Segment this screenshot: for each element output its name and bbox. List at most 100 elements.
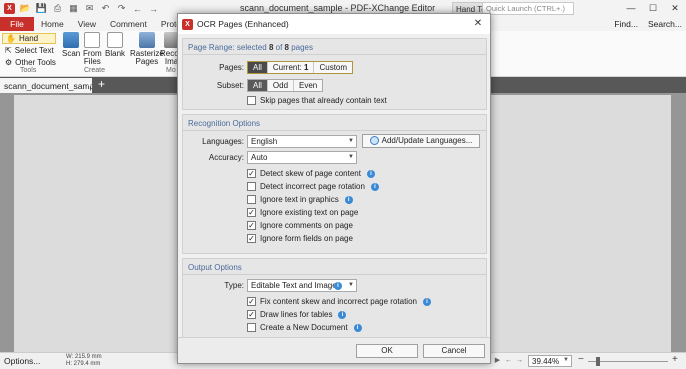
- menu-home[interactable]: Home: [34, 17, 71, 31]
- ok-button[interactable]: OK: [356, 344, 418, 358]
- new-tab-icon[interactable]: +: [98, 77, 105, 92]
- draw-lines-label: Draw lines for tables: [260, 310, 333, 319]
- ignore-comments-checkbox[interactable]: ✓ Ignore comments on page: [247, 221, 353, 230]
- ignore-graphics-text-checkbox[interactable]: Ignore text in graphics i: [247, 195, 353, 204]
- select-text-button[interactable]: ⇱ Select Text: [2, 45, 56, 56]
- menu-right: Find... Search...: [614, 17, 682, 31]
- forward-icon[interactable]: →: [148, 3, 159, 14]
- files-icon: [84, 32, 101, 48]
- zoom-out-icon[interactable]: −: [578, 354, 584, 365]
- nav-back-icon[interactable]: ←: [504, 355, 513, 366]
- text-cursor-icon: ⇱: [5, 46, 12, 55]
- dialog-footer: OK Cancel: [178, 337, 490, 363]
- recognition-section: Recognition Options Languages: English ▼…: [182, 114, 487, 254]
- nav-forward-icon[interactable]: →: [515, 355, 524, 366]
- minimize-icon[interactable]: —: [620, 0, 642, 17]
- detect-skew-checkbox[interactable]: ✓ Detect skew of page content i: [247, 169, 375, 178]
- accuracy-combo[interactable]: Auto ▼: [247, 151, 357, 164]
- rasterize-pages-button[interactable]: Rasterize Pages: [130, 32, 164, 66]
- undo-icon[interactable]: ↶: [100, 3, 111, 14]
- skip-pages-checkbox[interactable]: Skip pages that already contain text: [247, 96, 387, 105]
- modify-group-label: Mo: [166, 67, 176, 74]
- menu-file[interactable]: File: [0, 17, 34, 31]
- zoom-slider-thumb[interactable]: [596, 357, 600, 366]
- ignore-existing-text-checkbox[interactable]: ✓ Ignore existing text on page: [247, 208, 358, 217]
- detect-rotation-checkbox[interactable]: Detect incorrect page rotation i: [247, 182, 379, 191]
- type-label: Type:: [224, 281, 244, 290]
- chevron-down-icon: ▼: [348, 138, 354, 144]
- email-icon[interactable]: ✉: [84, 3, 95, 14]
- search-button[interactable]: Search...: [648, 17, 682, 31]
- info-icon[interactable]: i: [370, 182, 379, 191]
- info-icon[interactable]: i: [338, 310, 347, 319]
- subset-even-option[interactable]: Even: [294, 80, 322, 91]
- menu-comment[interactable]: Comment: [103, 17, 154, 31]
- dialog-app-icon: X: [182, 18, 193, 30]
- print-icon[interactable]: ⎙: [52, 3, 63, 14]
- scan-button[interactable]: Scan: [62, 32, 80, 58]
- pages-all-option[interactable]: All: [248, 62, 268, 73]
- menu-view[interactable]: View: [71, 17, 103, 31]
- options-button[interactable]: Options...: [4, 356, 40, 366]
- checkbox-box: [247, 96, 256, 105]
- dialog-title: OCR Pages (Enhanced): [197, 19, 289, 29]
- document-tab[interactable]: scann_document_sample: [0, 78, 92, 93]
- ocr-dialog: X OCR Pages (Enhanced) ✕ Page Range: sel…: [177, 13, 491, 364]
- zoom-slider[interactable]: [588, 361, 668, 362]
- draw-lines-checkbox[interactable]: ✓ Draw lines for tables i: [247, 310, 347, 319]
- new-document-checkbox[interactable]: Create a New Document i: [247, 323, 362, 332]
- output-type-combo[interactable]: Editable Text and Images i ▼: [247, 279, 357, 292]
- maximize-icon[interactable]: ☐: [642, 0, 664, 17]
- info-icon[interactable]: i: [353, 323, 362, 332]
- tab-close-icon[interactable]: ×: [87, 80, 92, 89]
- page-dimensions: W: 215.9 mm H: 279.4 mm: [66, 354, 102, 368]
- open-folder-icon[interactable]: 📂: [20, 3, 31, 14]
- document-tab-label: scann_document_sample: [4, 81, 92, 91]
- info-icon[interactable]: i: [422, 297, 431, 306]
- close-icon[interactable]: ✕: [664, 0, 686, 17]
- save-icon[interactable]: 💾: [36, 3, 47, 14]
- hand-tool-button[interactable]: ✋ Hand: [2, 33, 56, 44]
- subset-all-option[interactable]: All: [248, 80, 268, 91]
- page-height: H: 279.4 mm: [66, 361, 101, 367]
- pages-custom-option[interactable]: Custom: [314, 62, 352, 73]
- pages-label: Pages:: [219, 63, 244, 72]
- subset-odd-option[interactable]: Odd: [268, 80, 295, 91]
- info-icon[interactable]: i: [344, 195, 353, 204]
- find-button[interactable]: Find...: [614, 17, 638, 31]
- add-languages-label: Add/Update Languages...: [381, 136, 473, 145]
- languages-combo[interactable]: English ▼: [247, 135, 357, 148]
- fix-skew-checkbox[interactable]: ✓ Fix content skew and incorrect page ro…: [247, 297, 431, 306]
- blank-button[interactable]: Blank: [105, 32, 125, 58]
- from-files-button[interactable]: From Files: [83, 32, 102, 66]
- dialog-close-icon[interactable]: ✕: [466, 14, 490, 34]
- chevron-down-icon: ▼: [563, 357, 569, 363]
- quick-launch-input[interactable]: Quick Launch (CTRL+.): [482, 2, 574, 15]
- globe-icon: [369, 136, 379, 145]
- pages-current-option[interactable]: Current: 1: [268, 62, 315, 73]
- languages-value: English: [251, 137, 278, 146]
- add-update-languages-button[interactable]: Add/Update Languages...: [362, 134, 480, 148]
- detect-rotation-label: Detect incorrect page rotation: [260, 182, 365, 191]
- page-width: W: 215.9 mm: [66, 354, 102, 360]
- zoom-in-icon[interactable]: +: [672, 354, 678, 365]
- back-icon[interactable]: ←: [132, 3, 143, 14]
- checkbox-box: [247, 323, 256, 332]
- info-icon[interactable]: i: [366, 169, 375, 178]
- redo-icon[interactable]: ↷: [116, 3, 127, 14]
- scan-icon[interactable]: ▦: [68, 3, 79, 14]
- tools-group-label: Tools: [20, 67, 37, 74]
- gear-icon: ⚙: [5, 58, 13, 67]
- cancel-button[interactable]: Cancel: [423, 344, 485, 358]
- zoom-input[interactable]: 39.44% ▼: [528, 355, 572, 367]
- create-group-label: Create: [84, 67, 106, 74]
- last-page-icon[interactable]: ▶: [493, 355, 502, 366]
- accuracy-label: Accuracy:: [208, 153, 244, 162]
- ignore-form-fields-checkbox[interactable]: ✓ Ignore form fields on page: [247, 234, 353, 243]
- checkbox-box: ✓: [247, 207, 256, 217]
- checkbox-box: [247, 182, 256, 191]
- accuracy-value: Auto: [251, 153, 268, 162]
- scanner-icon: [63, 32, 80, 48]
- chevron-down-icon: ▼: [348, 282, 354, 288]
- info-icon[interactable]: i: [334, 282, 342, 290]
